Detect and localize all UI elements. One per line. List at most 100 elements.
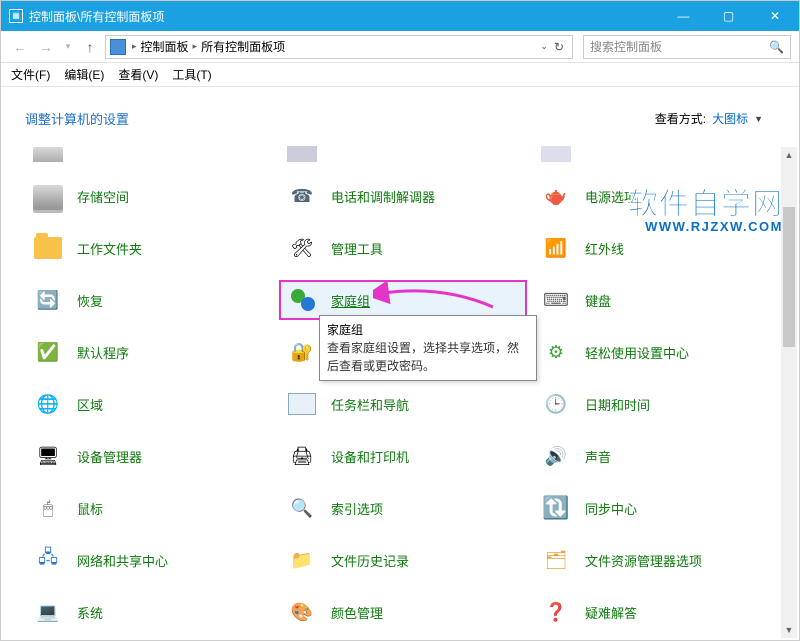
scroll-down-button[interactable]: ▼ (781, 622, 797, 638)
troubleshoot-icon (541, 597, 571, 627)
cp-item-partial[interactable] (281, 146, 525, 162)
phone-icon (287, 181, 317, 211)
menu-tools[interactable]: 工具(T) (172, 66, 211, 83)
item-label: 工作文件夹 (77, 239, 142, 258)
item-label: 日期和时间 (585, 395, 650, 414)
tooltip: 家庭组 查看家庭组设置，选择共享选项，然后查看或更改密码。 (319, 315, 537, 381)
cp-item-mouse[interactable]: 鼠标 (27, 490, 271, 526)
cp-item-defaultprog[interactable]: 默认程序 (27, 334, 271, 370)
infrared-icon (541, 233, 571, 263)
explorer-options-icon (541, 545, 571, 575)
item-label: 索引选项 (331, 499, 383, 518)
forward-button[interactable]: → (35, 36, 57, 58)
cp-item-filehistory[interactable]: 文件历史记录 (281, 542, 525, 578)
items-grid: 存储空间 电话和调制解调器 电源选项 工作文件夹 管理工具 红外线 恢复 家庭组… (1, 142, 799, 640)
item-label: 任务栏和导航 (331, 395, 409, 414)
item-label: 管理工具 (331, 239, 383, 258)
region-icon (33, 389, 63, 419)
color-management-icon (287, 597, 317, 627)
recovery-icon (33, 285, 63, 315)
item-label: 设备和打印机 (331, 447, 409, 466)
scroll-up-button[interactable]: ▲ (781, 147, 797, 163)
up-button[interactable]: ↑ (79, 36, 101, 58)
refresh-icon[interactable]: ↻ (554, 40, 564, 54)
app-icon: ▦ (9, 9, 23, 23)
storage-icon (33, 185, 63, 207)
menu-bar: 文件(F) 编辑(E) 查看(V) 工具(T) (1, 63, 799, 87)
breadcrumb[interactable]: ▸ 控制面板 ▸ 所有控制面板项 ⌄ ↻ (105, 35, 573, 59)
cp-item-troubleshoot[interactable]: 疑难解答 (535, 594, 779, 630)
cp-item-indexing[interactable]: 索引选项 (281, 490, 525, 526)
sync-icon (541, 493, 571, 523)
cp-item-infrared[interactable]: 红外线 (535, 230, 779, 266)
back-button[interactable]: ← (9, 36, 31, 58)
item-label: 同步中心 (585, 499, 637, 518)
device-manager-icon (33, 441, 63, 471)
cp-item-taskbar[interactable]: 任务栏和导航 (281, 386, 525, 422)
search-input[interactable]: 搜索控制面板 🔍 (583, 35, 791, 59)
search-placeholder: 搜索控制面板 (590, 38, 662, 55)
item-label: 电话和调制解调器 (331, 187, 435, 206)
cp-item-partial[interactable] (535, 146, 779, 162)
cp-item-sound[interactable]: 声音 (535, 438, 779, 474)
cp-item-network[interactable]: 网络和共享中心 (27, 542, 271, 578)
cp-item-easeaccess[interactable]: 轻松使用设置中心 (535, 334, 779, 370)
item-label: 文件历史记录 (331, 551, 409, 570)
scroll-thumb[interactable] (783, 207, 795, 347)
search-icon[interactable]: 🔍 (769, 40, 784, 54)
viewmode-label: 查看方式: (655, 110, 706, 127)
cp-item-power[interactable]: 电源选项 (535, 178, 779, 214)
cp-item-homegroup[interactable]: 家庭组 (281, 282, 525, 318)
ease-of-access-icon (541, 337, 571, 367)
window-controls: — ▢ ✕ (661, 1, 799, 31)
item-label: 区域 (77, 395, 103, 414)
breadcrumb-seg-1[interactable]: 控制面板 (141, 38, 189, 55)
cp-item-workfolder[interactable]: 工作文件夹 (27, 230, 271, 266)
menu-file[interactable]: 文件(F) (11, 66, 50, 83)
item-label: 鼠标 (77, 499, 103, 518)
cp-item-colormgmt[interactable]: 颜色管理 (281, 594, 525, 630)
vertical-scrollbar[interactable]: ▲ ▼ (781, 147, 797, 638)
generic-icon (541, 146, 571, 162)
cp-item-datetime[interactable]: 日期和时间 (535, 386, 779, 422)
titlebar: ▦ 控制面板\所有控制面板项 — ▢ ✕ (1, 1, 799, 31)
maximize-button[interactable]: ▢ (706, 1, 751, 31)
item-label: 轻松使用设置中心 (585, 343, 689, 362)
datetime-icon (541, 389, 571, 419)
folder-icon (34, 237, 62, 259)
generic-icon (33, 147, 63, 162)
minimize-button[interactable]: — (661, 1, 706, 31)
file-history-icon (287, 545, 317, 575)
item-label: 电源选项 (585, 187, 637, 206)
cp-item-storage[interactable]: 存储空间 (27, 178, 271, 214)
breadcrumb-dropdown-icon[interactable]: ⌄ (540, 41, 548, 52)
item-label: 疑难解答 (585, 603, 637, 622)
menu-view[interactable]: 查看(V) (118, 66, 158, 83)
network-icon (33, 545, 63, 575)
cp-item-keyboard[interactable]: 键盘 (535, 282, 779, 318)
item-label: 文件资源管理器选项 (585, 551, 702, 570)
cp-item-sync[interactable]: 同步中心 (535, 490, 779, 526)
item-label: 恢复 (77, 291, 103, 310)
chevron-down-icon[interactable]: ▼ (754, 114, 763, 124)
printer-icon (287, 441, 317, 471)
default-programs-icon (33, 337, 63, 367)
item-label: 颜色管理 (331, 603, 383, 622)
window-title: 控制面板\所有控制面板项 (29, 8, 661, 25)
indexing-icon (287, 493, 317, 523)
breadcrumb-seg-2[interactable]: 所有控制面板项 (201, 38, 285, 55)
cp-item-partial[interactable] (27, 146, 271, 162)
menu-edit[interactable]: 编辑(E) (64, 66, 104, 83)
cp-item-admintools[interactable]: 管理工具 (281, 230, 525, 266)
cp-item-explorer[interactable]: 文件资源管理器选项 (535, 542, 779, 578)
cp-item-recovery[interactable]: 恢复 (27, 282, 271, 318)
item-label: 默认程序 (77, 343, 129, 362)
close-button[interactable]: ✕ (751, 1, 799, 31)
cp-item-region[interactable]: 区域 (27, 386, 271, 422)
cp-item-devprinter[interactable]: 设备和打印机 (281, 438, 525, 474)
cp-item-devicemgr[interactable]: 设备管理器 (27, 438, 271, 474)
history-dropdown[interactable]: ▾ (61, 36, 75, 58)
viewmode-value[interactable]: 大图标 (712, 110, 748, 127)
cp-item-phone[interactable]: 电话和调制解调器 (281, 178, 525, 214)
cp-item-system[interactable]: 系统 (27, 594, 271, 630)
